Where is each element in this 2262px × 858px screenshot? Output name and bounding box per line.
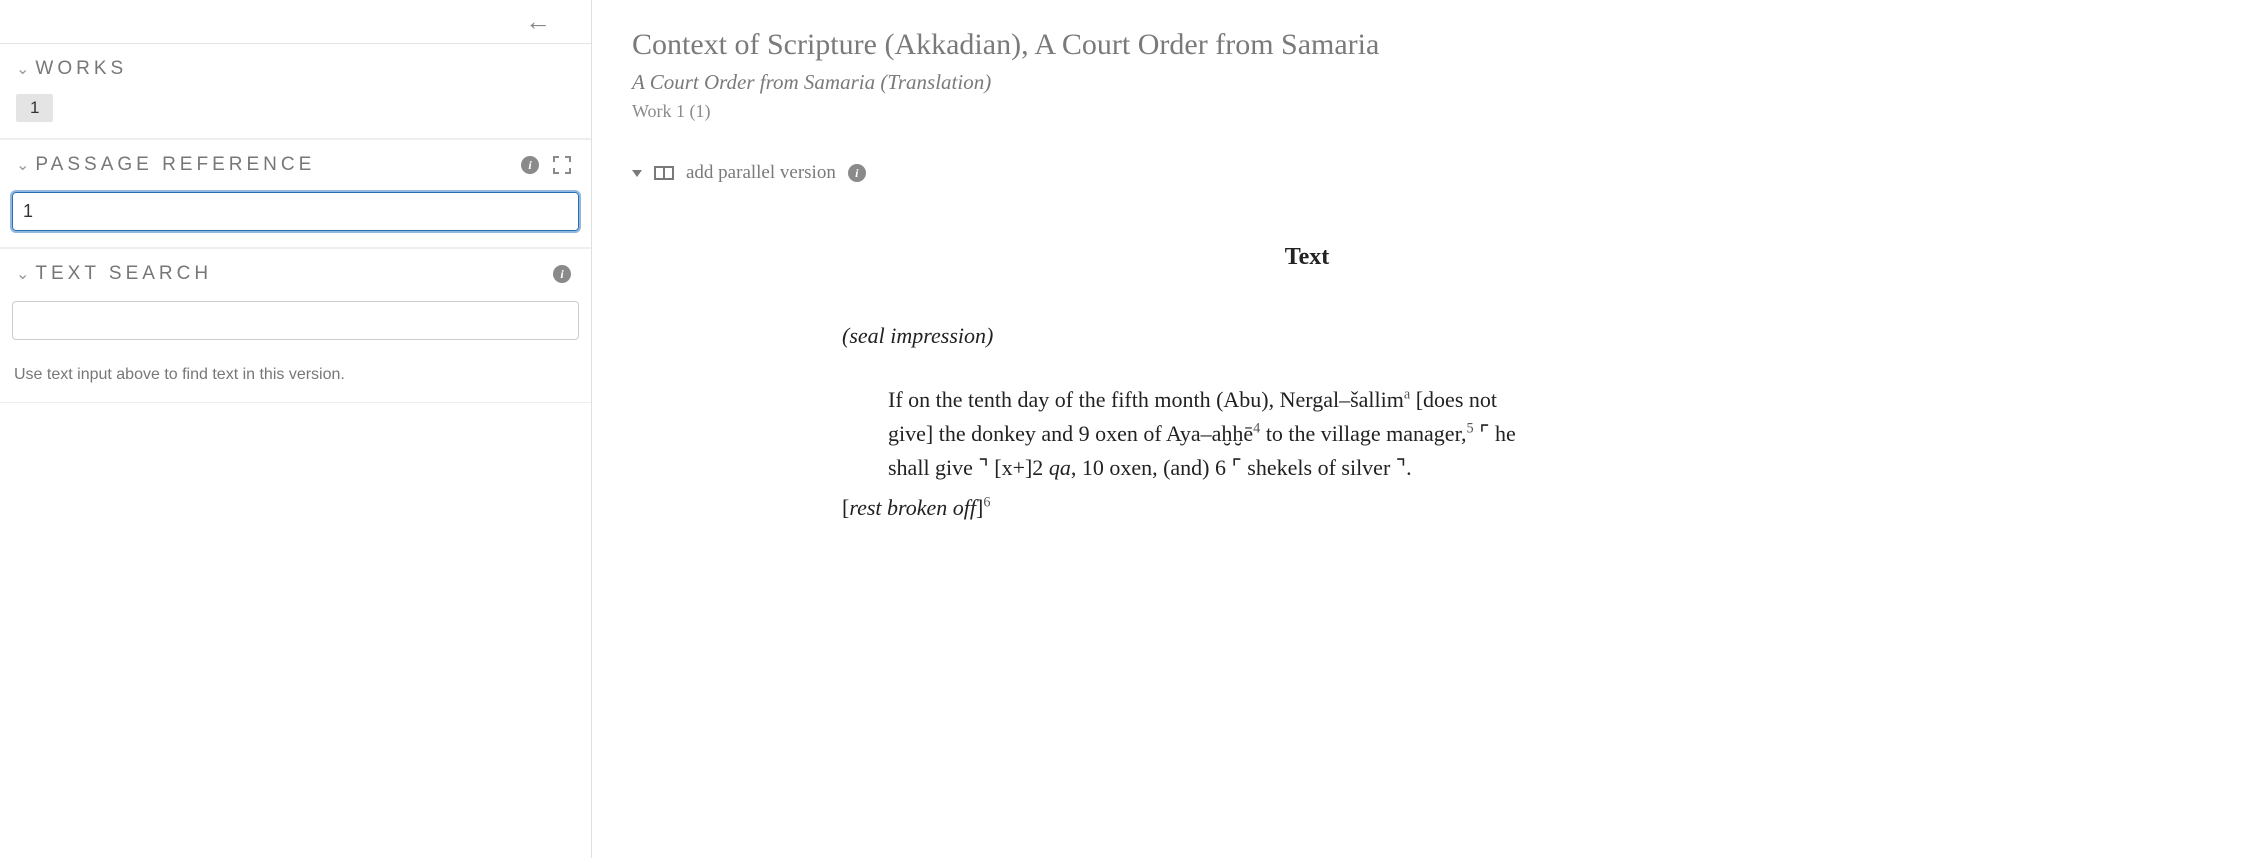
back-arrow-icon[interactable]: ← (525, 6, 551, 37)
text-span: , 10 oxen, (and) 6 ⌜ shekels of silver ⌝… (1071, 455, 1412, 480)
columns-icon[interactable] (654, 166, 674, 180)
passage-body: If on the tenth day of the fifth month (… (888, 383, 1542, 485)
info-icon[interactable]: i (553, 265, 571, 283)
text-span: to the village manager, (1260, 421, 1466, 446)
chevron-down-icon: ⌄ (16, 264, 29, 284)
passage-block: (seal impression) If on the tenth day of… (842, 319, 1542, 525)
works-title: WORKS (35, 58, 127, 80)
text-span: If on the tenth day of the fifth month (… (888, 387, 1404, 412)
footnote-ref[interactable]: 5 (1467, 421, 1474, 437)
info-icon[interactable]: i (521, 156, 539, 174)
passage-title: PASSAGE REFERENCE (35, 154, 315, 176)
italic-term: qa (1049, 455, 1071, 480)
work-chip[interactable]: 1 (16, 94, 53, 122)
passage-input-row (0, 186, 591, 248)
main-content: Context of Scripture (Akkadian), A Court… (592, 0, 2262, 858)
document-subtitle: A Court Order from Samaria (Translation) (632, 70, 2222, 95)
info-icon[interactable]: i (848, 164, 866, 182)
chevron-down-icon: ⌄ (16, 59, 29, 79)
search-input[interactable] (12, 301, 579, 340)
document-title: Context of Scripture (Akkadian), A Court… (632, 28, 2222, 62)
search-hint: Use text input above to find text in thi… (0, 356, 591, 403)
sidebar: ← ⌄ WORKS 1 ⌄ PASSAGE REFERENCE i ⌄ TEXT… (0, 0, 592, 858)
add-parallel-link[interactable]: add parallel version (686, 162, 836, 184)
search-input-row (0, 295, 591, 356)
search-title: TEXT SEARCH (35, 263, 212, 285)
passage-input[interactable] (12, 192, 579, 231)
seal-impression: (seal impression) (842, 319, 1542, 353)
rest-broken-off: [rest broken off]6 (842, 491, 1542, 525)
expand-icon[interactable] (553, 156, 571, 174)
italic-note: rest broken off (849, 495, 976, 520)
text-heading: Text (842, 244, 1772, 271)
works-header[interactable]: ⌄ WORKS (0, 44, 591, 90)
back-row: ← (0, 0, 591, 44)
passage-header[interactable]: ⌄ PASSAGE REFERENCE i (0, 139, 591, 186)
dropdown-triangle-icon[interactable] (632, 170, 642, 177)
works-body: 1 (0, 90, 591, 139)
search-header[interactable]: ⌄ TEXT SEARCH i (0, 248, 591, 295)
footnote-ref[interactable]: 6 (983, 495, 990, 511)
chevron-down-icon: ⌄ (16, 155, 29, 175)
parallel-version-row: add parallel version i (632, 162, 2222, 184)
work-reference: Work 1 (1) (632, 101, 2222, 122)
